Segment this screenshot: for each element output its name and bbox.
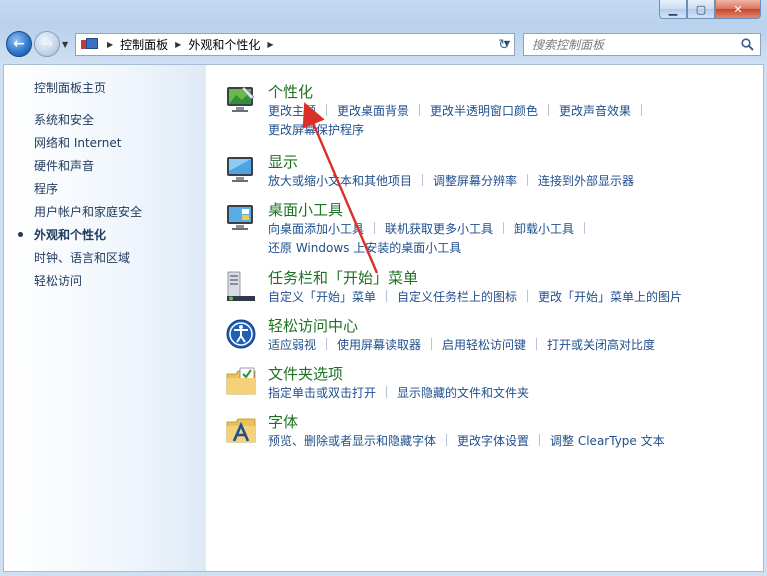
link-hidden-files[interactable]: 显示隐藏的文件和文件夹: [397, 386, 529, 400]
link-uninstall-gadgets[interactable]: 卸载小工具: [514, 222, 574, 236]
link-resolution[interactable]: 调整屏幕分辨率: [433, 174, 517, 188]
link-start-picture[interactable]: 更改「开始」菜单上的图片: [538, 290, 682, 304]
ease-of-access-icon: [226, 319, 256, 349]
sidebar-item-appearance[interactable]: 外观和个性化: [17, 226, 142, 249]
category-links: 向桌面添加小工具 联机获取更多小工具 卸载小工具还原 Windows 上安装的桌面小…: [268, 220, 748, 258]
search-box[interactable]: [523, 33, 761, 56]
maximize-button[interactable]: ▢: [687, 0, 715, 19]
search-icon[interactable]: [741, 38, 754, 51]
category-ease-of-access: 轻松访问中心 适应弱视 使用屏幕读取器 启用轻松访问键 打开或关闭高对比度: [220, 315, 760, 359]
category-title[interactable]: 轻松访问中心: [268, 315, 358, 336]
link-font-settings[interactable]: 更改字体设置: [457, 434, 529, 448]
sidebar-item-user-accounts[interactable]: 用户帐户和家庭安全: [34, 203, 142, 226]
link-window-color[interactable]: 更改半透明窗口颜色: [430, 104, 538, 118]
breadcrumb-appearance[interactable]: 外观和个性化: [188, 36, 260, 53]
category-taskbar: 任务栏和「开始」菜单 自定义「开始」菜单 自定义任务栏上的图标 更改「开始」菜单上的…: [220, 267, 760, 311]
category-links: 指定单击或双击打开 显示隐藏的文件和文件夹: [268, 384, 748, 403]
refresh-button[interactable]: ↻: [492, 34, 516, 55]
window-frame: ▁ ▢ ✕ ← → ▼ ▶ 控制面板 ▶ 外观和个性化 ▶ ▼ ↻ 搜索控制面板…: [0, 0, 767, 576]
link-add-gadgets[interactable]: 向桌面添加小工具: [268, 222, 364, 236]
link-change-background[interactable]: 更改桌面背景: [337, 104, 409, 118]
back-button[interactable]: ←: [6, 31, 32, 57]
gadgets-icon: [227, 205, 253, 230]
sidebar-item-programs[interactable]: 程序: [34, 180, 142, 203]
personalization-icon: [227, 86, 255, 112]
category-links: 预览、删除或者显示和隐藏字体 更改字体设置 调整 ClearType 文本: [268, 432, 748, 451]
category-title[interactable]: 桌面小工具: [268, 199, 343, 220]
sidebar-item-ease-of-access[interactable]: 轻松访问: [34, 272, 142, 295]
category-links: 放大或缩小文本和其他项目 调整屏幕分辨率 连接到外部显示器: [268, 172, 748, 191]
sidebar-item-clock-region[interactable]: 时钟、语言和区域: [34, 249, 142, 272]
link-screensaver[interactable]: 更改屏幕保护程序: [268, 123, 364, 137]
address-bar[interactable]: ▶ 控制面板 ▶ 外观和个性化 ▶ ▼: [75, 33, 515, 56]
link-change-theme[interactable]: 更改主题: [268, 104, 316, 118]
link-taskbar-icons[interactable]: 自定义任务栏上的图标: [397, 290, 517, 304]
back-arrow-icon: ←: [13, 36, 25, 52]
sidebar-item-system-security[interactable]: 系统和安全: [34, 111, 142, 134]
category-gadgets: 桌面小工具 向桌面添加小工具 联机获取更多小工具 卸载小工具还原 Windows 上…: [220, 199, 760, 259]
minimize-button[interactable]: ▁: [659, 0, 687, 19]
search-input[interactable]: [532, 37, 732, 52]
category-title[interactable]: 文件夹选项: [268, 363, 343, 384]
category-title[interactable]: 字体: [268, 411, 298, 432]
chevron-right-icon[interactable]: ▶: [107, 40, 113, 49]
category-links: 自定义「开始」菜单 自定义任务栏上的图标 更改「开始」菜单上的图片: [268, 288, 748, 307]
chevron-right-icon[interactable]: ▶: [175, 40, 181, 49]
taskbar-icon: [227, 271, 255, 301]
sidebar-list: 系统和安全 网络和 Internet 硬件和声音 程序 用户帐户和家庭安全 外观…: [17, 111, 142, 295]
link-restore-gadgets[interactable]: 还原 Windows 上安装的桌面小工具: [268, 241, 461, 255]
link-high-contrast[interactable]: 打开或关闭高对比度: [547, 338, 655, 352]
category-title[interactable]: 个性化: [268, 81, 313, 102]
sidebar: 控制面板主页 系统和安全 网络和 Internet 硬件和声音 程序 用户帐户和…: [4, 65, 206, 571]
refresh-icon: ↻: [498, 36, 510, 53]
display-icon: [227, 157, 253, 182]
forward-arrow-icon: →: [41, 36, 53, 52]
category-fonts: 字体 预览、删除或者显示和隐藏字体 更改字体设置 调整 ClearType 文本: [220, 411, 760, 455]
control-panel-icon: [80, 37, 100, 53]
link-screen-reader[interactable]: 使用屏幕读取器: [337, 338, 421, 352]
category-title[interactable]: 显示: [268, 151, 298, 172]
sidebar-item-hardware-sound[interactable]: 硬件和声音: [34, 157, 142, 180]
link-customize-start[interactable]: 自定义「开始」菜单: [268, 290, 376, 304]
folder-options-icon: [226, 367, 256, 395]
window-controls: ▁ ▢ ✕: [659, 0, 761, 20]
sidebar-item-network[interactable]: 网络和 Internet: [34, 134, 142, 157]
link-click-open[interactable]: 指定单击或双击打开: [268, 386, 376, 400]
category-display: 显示 放大或缩小文本和其他项目 调整屏幕分辨率 连接到外部显示器: [220, 151, 760, 195]
link-sound-effects[interactable]: 更改声音效果: [559, 104, 631, 118]
forward-button[interactable]: →: [34, 31, 60, 57]
fonts-icon: [226, 418, 256, 443]
link-text-size[interactable]: 放大或缩小文本和其他项目: [268, 174, 412, 188]
category-folder-options: 文件夹选项 指定单击或双击打开 显示隐藏的文件和文件夹: [220, 363, 760, 407]
recent-pages-dropdown[interactable]: ▼: [62, 40, 68, 49]
link-low-vision[interactable]: 适应弱视: [268, 338, 316, 352]
category-personalization: 个性化 更改主题 更改桌面背景 更改半透明窗口颜色 更改声音效果更改屏幕保护程序: [220, 81, 760, 143]
address-toolbar: ← → ▼ ▶ 控制面板 ▶ 外观和个性化 ▶ ▼ ↻: [0, 28, 767, 62]
link-cleartype[interactable]: 调整 ClearType 文本: [550, 434, 665, 448]
content-area: 控制面板主页 系统和安全 网络和 Internet 硬件和声音 程序 用户帐户和…: [3, 64, 764, 572]
category-title[interactable]: 任务栏和「开始」菜单: [268, 267, 418, 288]
sidebar-home-link[interactable]: 控制面板主页: [34, 79, 106, 96]
breadcrumb-control-panel[interactable]: 控制面板: [120, 36, 168, 53]
link-easy-access-keys[interactable]: 启用轻松访问键: [442, 338, 526, 352]
link-preview-fonts[interactable]: 预览、删除或者显示和隐藏字体: [268, 434, 436, 448]
link-external-display[interactable]: 连接到外部显示器: [538, 174, 634, 188]
category-links: 更改主题 更改桌面背景 更改半透明窗口颜色 更改声音效果更改屏幕保护程序: [268, 102, 748, 140]
chevron-right-icon[interactable]: ▶: [267, 40, 273, 49]
link-online-gadgets[interactable]: 联机获取更多小工具: [385, 222, 493, 236]
category-links: 适应弱视 使用屏幕读取器 启用轻松访问键 打开或关闭高对比度: [268, 336, 748, 355]
close-button[interactable]: ✕: [715, 0, 761, 19]
